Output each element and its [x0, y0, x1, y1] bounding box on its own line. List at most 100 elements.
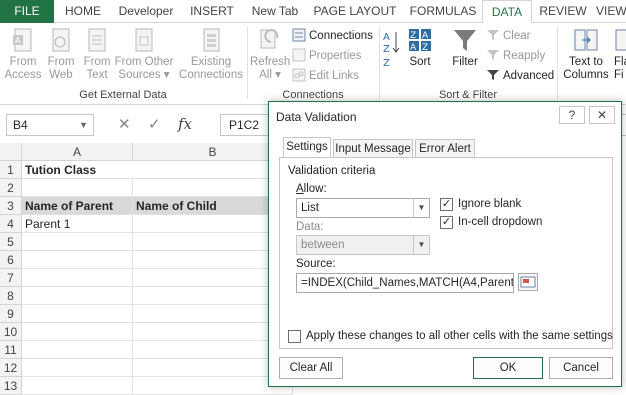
data-label: Data: [296, 221, 324, 233]
apply-all-checkbox[interactable] [288, 330, 301, 343]
cancel-button[interactable]: Cancel [549, 357, 613, 379]
refresh-all-button[interactable]: Refresh All ▾ [250, 27, 290, 82]
cell[interactable] [22, 377, 133, 395]
ok-button[interactable]: OK [473, 357, 543, 379]
flash-fill-button[interactable]: Fla Fi [614, 27, 626, 82]
sort-dialog-icon: Z AA Z [409, 29, 431, 53]
tab-home[interactable]: HOME [58, 0, 108, 23]
row-header[interactable]: 2 [0, 179, 22, 197]
cell-a1[interactable]: Tution Class [22, 161, 133, 179]
row-header[interactable]: 5 [0, 233, 22, 251]
column-header-a[interactable]: A [22, 143, 133, 161]
name-box[interactable]: B4 ▼ [6, 114, 94, 136]
allow-select-value: List [301, 202, 319, 214]
cell[interactable] [22, 341, 133, 359]
edit-links-button[interactable]: Edit Links [292, 68, 359, 83]
cell[interactable] [22, 251, 133, 269]
row-header[interactable]: 11 [0, 341, 22, 359]
svg-text:A: A [410, 43, 417, 53]
from-web-button[interactable]: From Web [44, 27, 78, 82]
advanced-filter-icon [487, 70, 499, 80]
from-access-label-2: Access [4, 69, 42, 81]
row-header[interactable]: 7 [0, 269, 22, 287]
clear-all-button[interactable]: Clear All [279, 357, 343, 379]
existing-label-2: Connections [179, 69, 243, 81]
cell-a3[interactable]: Name of Parent [22, 197, 133, 215]
tab-insert[interactable]: INSERT [184, 0, 240, 23]
row-header[interactable]: 13 [0, 377, 22, 395]
existing-connections-button[interactable]: Existing Connections [178, 27, 244, 82]
source-input[interactable]: =INDEX(Child_Names,MATCH(A4,Parents,0),0… [296, 273, 514, 293]
tab-formulas[interactable]: FORMULAS [404, 0, 482, 23]
tab-view[interactable]: VIEW [596, 0, 626, 23]
cell[interactable] [22, 287, 133, 305]
row-header[interactable]: 6 [0, 251, 22, 269]
from-text-button[interactable]: From Text [80, 27, 114, 82]
cell[interactable] [22, 359, 133, 377]
cell[interactable] [22, 323, 133, 341]
from-web-label-1: From [47, 56, 75, 68]
advanced-button[interactable]: Advanced [486, 68, 554, 83]
enter-icon[interactable]: ✓ [148, 115, 161, 133]
tab-file[interactable]: FILE [0, 0, 54, 23]
tab-review[interactable]: REVIEW [536, 0, 590, 23]
insert-function-icon[interactable]: fx [178, 115, 192, 133]
cancel-icon[interactable]: ✕ [118, 115, 131, 133]
existing-connections-icon [203, 28, 220, 52]
row-header[interactable]: 1 [0, 161, 22, 179]
sort-ascending-icon: AZZ [383, 32, 400, 69]
in-cell-dropdown-checkbox[interactable]: ✓ [440, 216, 453, 229]
from-other-sources-button[interactable]: From Other Sources ▾ [114, 27, 174, 82]
allow-label-rest: llow: [303, 183, 327, 195]
cell-a4[interactable]: Parent 1 [22, 215, 133, 233]
sort-label: Sort [409, 56, 431, 68]
properties-icon [292, 48, 306, 62]
tab-developer[interactable]: Developer [112, 0, 180, 23]
flash-fill-label-2: Fi [614, 69, 624, 81]
clear-label: Clear [503, 30, 531, 42]
cell[interactable] [22, 305, 133, 323]
tab-input-message[interactable]: Input Message [333, 139, 413, 158]
group-separator [557, 27, 558, 99]
tab-page-layout[interactable]: PAGE LAYOUT [310, 0, 400, 23]
filter-button[interactable]: Filter [448, 27, 482, 69]
tab-error-alert[interactable]: Error Alert [415, 139, 475, 158]
ignore-blank-checkbox[interactable]: ✓ [440, 198, 453, 211]
help-button[interactable]: ? [559, 106, 585, 124]
range-select-button[interactable] [518, 273, 538, 291]
tab-new-tab[interactable]: New Tab [244, 0, 306, 23]
reapply-label: Reapply [503, 50, 546, 62]
refresh-icon [260, 29, 279, 49]
row-header[interactable]: 10 [0, 323, 22, 341]
row-header[interactable]: 3 [0, 197, 22, 215]
refresh-label-1: Refresh [250, 56, 291, 68]
chevron-down-icon[interactable]: ▼ [79, 115, 88, 135]
ribbon: A From Access From Web From Text From Ot… [0, 23, 626, 105]
properties-button[interactable]: Properties [292, 48, 361, 63]
cell[interactable] [22, 233, 133, 251]
chevron-down-icon[interactable]: ▼ [413, 199, 429, 217]
tab-data[interactable]: DATA [482, 0, 532, 24]
sort-button[interactable]: ZAAZ Sort [404, 27, 436, 69]
row-header[interactable]: 4 [0, 215, 22, 233]
allow-select[interactable]: List ▼ [296, 198, 430, 218]
tab-settings[interactable]: Settings [283, 137, 331, 158]
select-all-corner[interactable] [0, 143, 22, 161]
row-header[interactable]: 9 [0, 305, 22, 323]
text-to-columns-button[interactable]: Text to Columns [560, 27, 612, 82]
clear-button[interactable]: Clear [486, 28, 530, 43]
connections-button[interactable]: Connections [292, 28, 373, 43]
from-access-button[interactable]: A From Access [4, 27, 42, 82]
row-header[interactable]: 8 [0, 287, 22, 305]
text-to-columns-label-1: Text to [569, 56, 603, 68]
reapply-button[interactable]: Reapply [486, 48, 545, 63]
from-web-label-2: Web [49, 69, 73, 81]
refresh-label-2: All ▾ [259, 69, 281, 81]
svg-text:A: A [15, 36, 21, 45]
in-cell-dropdown-label: In-cell dropdown [458, 216, 543, 228]
row-header[interactable]: 12 [0, 359, 22, 377]
cell[interactable] [22, 269, 133, 287]
cell-a2[interactable] [22, 179, 133, 197]
close-icon[interactable]: ✕ [589, 106, 615, 124]
sort-az-button[interactable]: AZZ [382, 29, 402, 76]
